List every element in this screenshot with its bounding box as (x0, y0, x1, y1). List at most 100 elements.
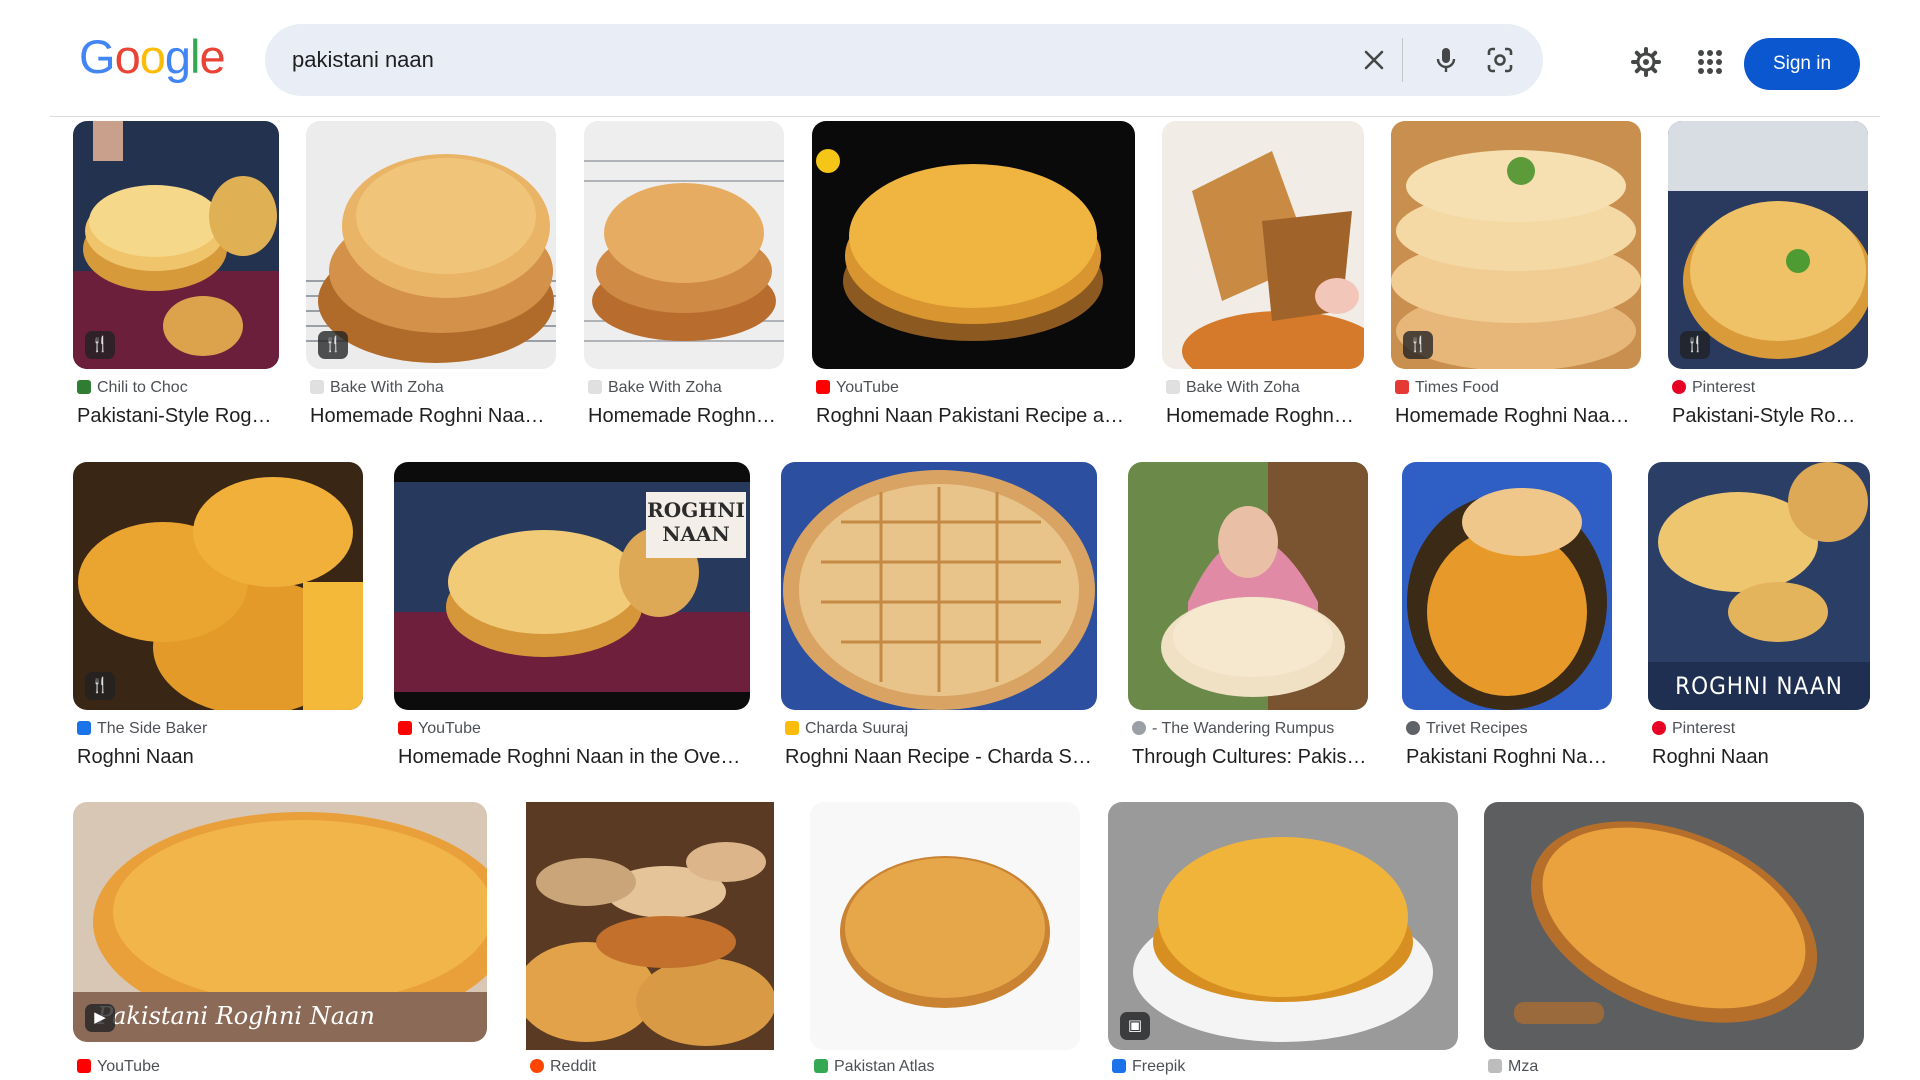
result-title[interactable]: Homemade Roghni Naan in the Oven… (398, 746, 750, 769)
gear-icon[interactable] (1630, 46, 1662, 78)
camera-lens-icon[interactable] (1483, 43, 1517, 77)
thumbnail-overlay-text: ROGHNI NAAN (1675, 672, 1843, 700)
image-result[interactable]: Pakistan Atlas (810, 802, 1080, 1080)
pinterest-icon (1672, 380, 1686, 394)
source-favicon (1112, 1059, 1126, 1073)
result-thumbnail: ROGHNI NAAN (1648, 462, 1870, 710)
result-source[interactable]: Pinterest (1672, 379, 1868, 397)
result-source[interactable]: Mza (1488, 1058, 1864, 1076)
image-result[interactable]: 🍴 Times Food Homemade Roghni Naa… (1391, 121, 1641, 441)
source-favicon (1132, 721, 1146, 735)
source-label: Mza (1508, 1058, 1539, 1075)
image-result[interactable]: ROGHNI NAAN Pinterest Roghni Naan (1648, 462, 1870, 782)
image-result[interactable]: Reddit (526, 802, 774, 1080)
fork-knife-icon: 🍴 (85, 331, 115, 359)
result-title[interactable]: Pakistani Roghni Na… (1406, 746, 1612, 769)
fork-knife-icon: 🍴 (85, 672, 115, 700)
thumbnail-overlay-text: ROGHNI NAAN (647, 498, 745, 546)
result-thumbnail: 🍴 (73, 462, 363, 710)
source-favicon (588, 380, 602, 394)
header-divider (50, 116, 1880, 117)
result-source[interactable]: The Side Baker (77, 720, 363, 738)
result-source[interactable]: Bake With Zoha (588, 379, 784, 397)
result-title[interactable]: Homemade Roghni Naa… (310, 405, 556, 428)
reddit-icon (530, 1059, 544, 1073)
logo-letter: l (189, 30, 201, 83)
result-thumbnail: ▣ (1108, 802, 1458, 1050)
result-title[interactable]: Roghni Naan (77, 746, 363, 769)
result-title[interactable]: Roghni Naan Recipe - Charda S… (785, 746, 1097, 769)
result-source[interactable]: Times Food (1395, 379, 1641, 397)
youtube-icon (77, 1059, 91, 1073)
image-result[interactable]: - The Wandering Rumpus Through Cultures:… (1128, 462, 1368, 782)
result-source[interactable]: - The Wandering Rumpus (1132, 720, 1368, 738)
thumbnail-overlay-text: Pakistani Roghni Naan (97, 1002, 375, 1030)
source-favicon (785, 721, 799, 735)
sign-in-button[interactable]: Sign in (1744, 38, 1860, 90)
image-result[interactable]: 🍴 The Side Baker Roghni Naan (73, 462, 363, 782)
result-thumbnail: 🍴 (1668, 121, 1868, 369)
result-source[interactable]: Pakistan Atlas (814, 1058, 1080, 1076)
result-title[interactable]: Through Cultures: Pakis… (1132, 746, 1368, 769)
image-result[interactable]: 🍴 Pinterest Pakistani-Style Ro… (1668, 121, 1868, 441)
result-title[interactable]: Homemade Roghn… (588, 405, 784, 428)
source-label: Chili to Choc (97, 379, 188, 396)
result-title[interactable]: Homemade Roghni Naa… (1395, 405, 1641, 428)
result-source[interactable]: Bake With Zoha (1166, 379, 1364, 397)
result-source[interactable]: Charda Suuraj (785, 720, 1097, 738)
image-result[interactable]: YouTube Roghni Naan Pakistani Recipe a… (812, 121, 1135, 441)
pinterest-icon (1652, 721, 1666, 735)
source-label: The Side Baker (97, 720, 208, 737)
result-title[interactable]: Homemade Roghn… (1166, 405, 1364, 428)
source-label: YouTube (836, 379, 899, 396)
result-source[interactable]: YouTube (77, 1058, 487, 1076)
result-title[interactable]: Pakistani-Style Rog… (77, 405, 279, 428)
result-source[interactable]: Pinterest (1652, 720, 1870, 738)
microphone-icon[interactable] (1429, 43, 1463, 77)
search-input[interactable]: pakistani naan (292, 24, 434, 96)
result-title[interactable]: Roghni Naan Pakistani Recipe a… (816, 405, 1135, 428)
result-source[interactable]: Chili to Choc (77, 379, 279, 397)
image-result[interactable]: Bake With Zoha Homemade Roghn… (1162, 121, 1364, 441)
image-result[interactable]: Charda Suuraj Roghni Naan Recipe - Chard… (781, 462, 1097, 782)
result-source[interactable]: Freepik (1112, 1058, 1458, 1076)
result-thumbnail (1484, 802, 1864, 1050)
image-result[interactable]: ▣ Freepik (1108, 802, 1458, 1080)
search-header: Google pakistani naan Sign in (0, 0, 1920, 117)
image-result[interactable]: Bake With Zoha Homemade Roghn… (584, 121, 784, 441)
search-bar[interactable]: pakistani naan (265, 24, 1543, 96)
result-thumbnail (781, 462, 1097, 710)
result-source[interactable]: YouTube (398, 720, 750, 738)
image-result[interactable]: Trivet Recipes Pakistani Roghni Na… (1402, 462, 1612, 782)
result-source[interactable]: YouTube (816, 379, 1135, 397)
source-favicon (77, 721, 91, 735)
play-icon: ▶ (85, 1004, 115, 1032)
result-title[interactable]: Roghni Naan (1652, 746, 1870, 769)
result-thumbnail: Pakistani Roghni Naan ▶ (73, 802, 487, 1042)
image-result[interactable]: ROGHNI NAAN YouTube Homemade Roghni Naan… (394, 462, 750, 782)
result-source[interactable]: Bake With Zoha (310, 379, 556, 397)
youtube-icon (816, 380, 830, 394)
source-label: YouTube (97, 1058, 160, 1075)
image-result[interactable]: Mza (1484, 802, 1864, 1080)
result-thumbnail: ROGHNI NAAN (394, 462, 750, 710)
google-logo[interactable]: Google (79, 30, 226, 83)
source-label: YouTube (418, 720, 481, 737)
image-result[interactable]: 🍴 Chili to Choc Pakistani-Style Rog… (73, 121, 279, 441)
apps-grid-icon[interactable] (1694, 46, 1726, 78)
result-source[interactable]: Reddit (530, 1058, 774, 1076)
image-result[interactable]: Pakistani Roghni Naan ▶ YouTube (73, 802, 487, 1080)
result-source[interactable]: Trivet Recipes (1406, 720, 1612, 738)
result-thumbnail: 🍴 (1391, 121, 1641, 369)
result-thumbnail: 🍴 (306, 121, 556, 369)
source-favicon (77, 380, 91, 394)
logo-letter: G (79, 30, 116, 83)
image-result[interactable]: 🍴 Bake With Zoha Homemade Roghni Naa… (306, 121, 556, 441)
youtube-icon (398, 721, 412, 735)
logo-letter: o (114, 30, 141, 83)
result-thumbnail (1128, 462, 1368, 710)
source-label: Bake With Zoha (608, 379, 722, 396)
result-title[interactable]: Pakistani-Style Ro… (1672, 405, 1868, 428)
close-icon[interactable] (1357, 43, 1391, 77)
source-label: Freepik (1132, 1058, 1186, 1075)
